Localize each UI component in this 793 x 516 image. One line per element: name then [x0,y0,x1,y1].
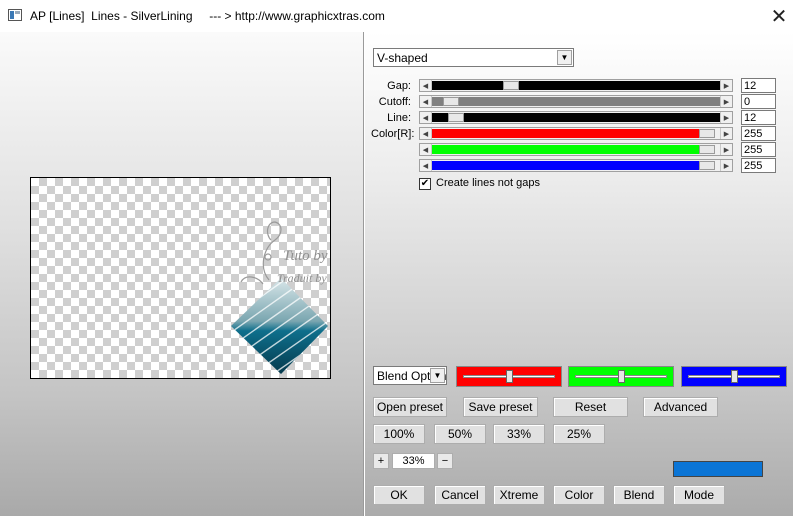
create-lines-checkbox[interactable]: ✔ [419,178,431,190]
arrow-right-icon[interactable]: ▶ [720,160,732,171]
param-label: Gap: [387,80,411,92]
arrow-left-icon[interactable]: ◀ [420,144,432,155]
blend-options-select[interactable]: Blend Options ▼ [373,366,447,385]
app-icon [8,9,22,21]
slider-thumb[interactable] [448,113,464,122]
slider-track [432,161,720,170]
blend-button[interactable]: Blend [613,485,665,505]
ok-button[interactable]: OK [373,485,425,505]
slider-fill [432,129,699,138]
param-slider[interactable]: ◀ ▶ [419,79,733,92]
zoom-value-field[interactable]: 33% [392,453,435,469]
zoom-in-button[interactable]: + [373,453,389,469]
window-title: AP [Lines] Lines - SilverLining --- > ht… [30,9,385,23]
chevron-down-icon: ▼ [430,368,445,383]
slider-fill [432,97,720,106]
param-value-field[interactable]: 255 [741,158,776,173]
slider-fill [432,81,720,90]
reset-button[interactable]: Reset [553,397,628,417]
slider-knob[interactable] [731,370,738,383]
xtreme-button[interactable]: Xtreme [493,485,545,505]
arrow-right-icon[interactable]: ▶ [720,96,732,107]
arrow-right-icon[interactable]: ▶ [720,80,732,91]
preview-panel: Tuto by Le Monde de Bea Traduit by Neusa… [0,32,364,516]
color-button[interactable]: Color [553,485,605,505]
arrow-right-icon[interactable]: ▶ [720,128,732,139]
advanced-button[interactable]: Advanced [643,397,718,417]
slider-track [432,129,720,138]
arrow-left-icon[interactable]: ◀ [420,128,432,139]
slider-track [432,145,720,154]
title-bar: AP [Lines] Lines - SilverLining --- > ht… [0,0,793,32]
close-icon: ✕ [770,5,788,28]
effect-select[interactable]: V-shaped ▼ [373,48,574,67]
mode-button[interactable]: Mode [673,485,725,505]
blue-blend-slider[interactable] [681,366,787,387]
param-value-field[interactable]: 0 [741,94,776,109]
slider-knob[interactable] [506,370,513,383]
preview-image: Tuto by Le Monde de Bea Traduit by Neusa… [231,221,331,374]
green-blend-slider[interactable] [568,366,674,387]
slider-track [432,97,720,106]
arrow-right-icon[interactable]: ▶ [720,112,732,123]
param-value-field[interactable]: 255 [741,142,776,157]
param-slider[interactable]: ◀ ▶ [419,95,733,108]
zoom-50-button[interactable]: 50% [434,424,486,444]
arrow-left-icon[interactable]: ◀ [420,112,432,123]
slider-fill [432,113,720,122]
checkmark-icon: ✔ [420,178,430,189]
watermark-line2: Traduit by Neusa Novaes [277,271,331,285]
param-slider[interactable]: ◀ ▶ [419,111,733,124]
param-slider[interactable]: ◀ ▶ [419,159,733,172]
red-blend-slider[interactable] [456,366,562,387]
slider-thumb[interactable] [699,145,715,154]
slider-fill [432,145,699,154]
param-label: Color[R]: [371,128,415,140]
param-value-field[interactable]: 255 [741,126,776,141]
slider-thumb[interactable] [503,81,519,90]
effect-select-value: V-shaped [377,51,428,65]
minus-icon: − [441,455,449,467]
zoom-25-button[interactable]: 25% [553,424,605,444]
param-value-field[interactable]: 12 [741,78,776,93]
slider-thumb[interactable] [443,97,459,106]
param-slider[interactable]: ◀ ▶ [419,127,733,140]
open-preset-button[interactable]: Open preset [373,397,447,417]
close-button[interactable]: ✕ [765,2,793,30]
arrow-left-icon[interactable]: ◀ [420,80,432,91]
create-lines-label: Create lines not gaps [436,177,540,189]
param-label: Cutoff: [378,96,411,108]
zoom-33-button[interactable]: 33% [493,424,545,444]
slider-thumb[interactable] [699,161,715,170]
zoom-out-button[interactable]: − [437,453,453,469]
zoom-100-button[interactable]: 100% [373,424,425,444]
param-slider[interactable]: ◀ ▶ [419,143,733,156]
param-label: Line: [387,112,411,124]
arrow-left-icon[interactable]: ◀ [420,160,432,171]
plus-icon: + [377,455,385,467]
chevron-down-icon: ▼ [557,50,572,65]
arrow-left-icon[interactable]: ◀ [420,96,432,107]
slider-fill [432,161,699,170]
param-value-field[interactable]: 12 [741,110,776,125]
save-preset-button[interactable]: Save preset [463,397,538,417]
slider-thumb[interactable] [699,129,715,138]
slider-knob[interactable] [618,370,625,383]
color-swatch[interactable] [673,461,763,477]
slider-track [432,81,720,90]
watermark-flourish [240,221,282,285]
watermark-line1: Tuto by Le Monde de Bea [283,248,331,264]
cancel-button[interactable]: Cancel [434,485,486,505]
arrow-right-icon[interactable]: ▶ [720,144,732,155]
preview-canvas: Tuto by Le Monde de Bea Traduit by Neusa… [30,177,331,379]
slider-track [432,113,720,122]
